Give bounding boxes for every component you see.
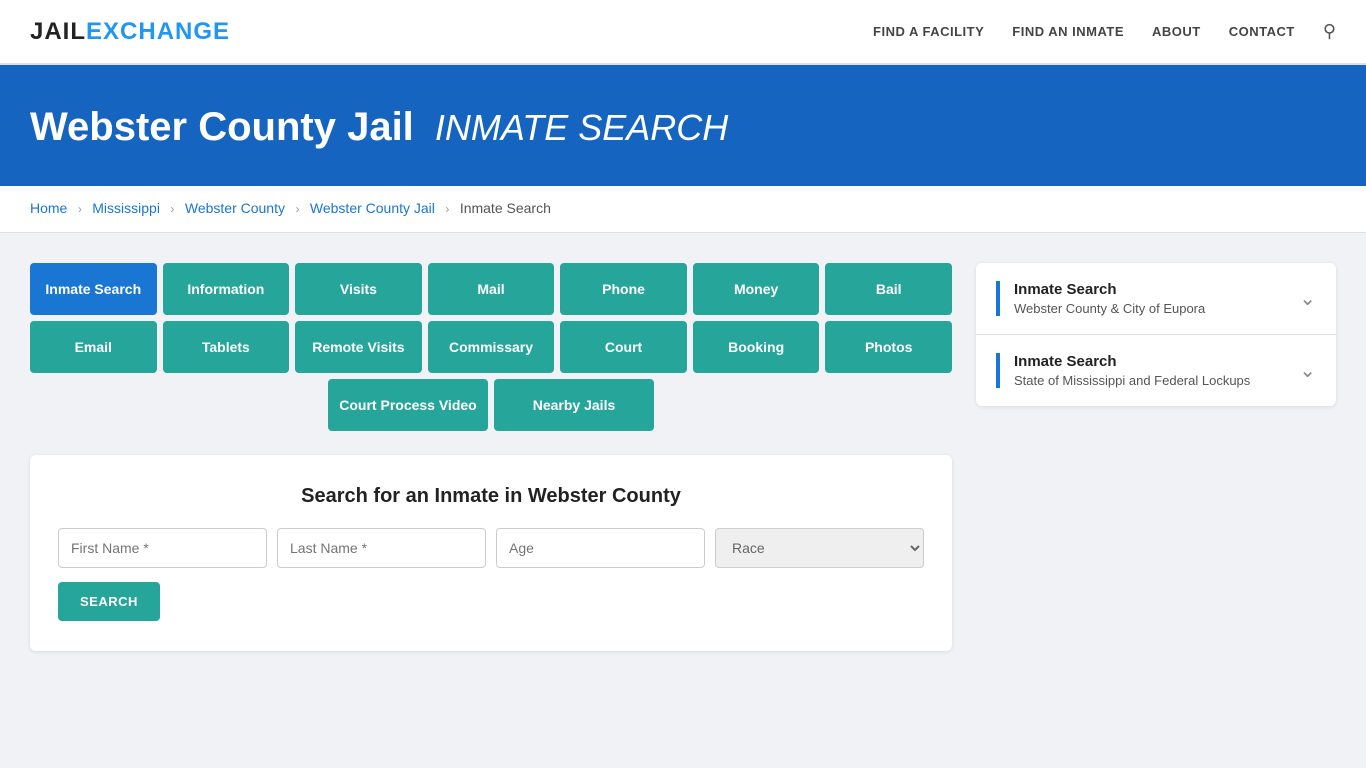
hero-title-italic: INMATE SEARCH [435, 107, 728, 148]
hero-title-main: Webster County Jail [30, 105, 414, 149]
nav-links: FIND A FACILITY FIND AN INMATE ABOUT CON… [873, 21, 1336, 42]
hero-section: Webster County Jail INMATE SEARCH [0, 65, 1366, 186]
sidebar-item-2[interactable]: Inmate Search State of Mississippi and F… [976, 335, 1336, 406]
sep4: › [445, 202, 449, 216]
breadcrumb-current: Inmate Search [460, 200, 551, 216]
tabs-row-2: Email Tablets Remote Visits Commissary C… [30, 321, 952, 373]
tab-information[interactable]: Information [163, 263, 290, 315]
tab-commissary[interactable]: Commissary [428, 321, 555, 373]
find-inmate-link[interactable]: FIND AN INMATE [1012, 24, 1124, 39]
sidebar-item-1-title: Inmate Search [1014, 281, 1205, 298]
tab-photos[interactable]: Photos [825, 321, 952, 373]
sidebar-item-1-subtitle: Webster County & City of Eupora [1014, 301, 1205, 316]
breadcrumb-webster-county[interactable]: Webster County [185, 200, 285, 216]
search-form-card: Search for an Inmate in Webster County R… [30, 455, 952, 651]
tab-email[interactable]: Email [30, 321, 157, 373]
age-input[interactable] [496, 528, 705, 568]
tab-mail[interactable]: Mail [428, 263, 555, 315]
tab-inmate-search[interactable]: Inmate Search [30, 263, 157, 315]
race-select[interactable]: Race White Black Hispanic Asian Other [715, 528, 924, 568]
tab-money[interactable]: Money [693, 263, 820, 315]
breadcrumb-webster-county-jail[interactable]: Webster County Jail [310, 200, 435, 216]
right-sidebar: Inmate Search Webster County & City of E… [976, 263, 1336, 406]
tabs-row-1: Inmate Search Information Visits Mail Ph… [30, 263, 952, 315]
tab-visits[interactable]: Visits [295, 263, 422, 315]
sep2: › [170, 202, 174, 216]
breadcrumb: Home › Mississippi › Webster County › We… [0, 186, 1366, 233]
left-column: Inmate Search Information Visits Mail Ph… [30, 263, 952, 651]
tab-nearby-jails[interactable]: Nearby Jails [494, 379, 654, 431]
contact-link[interactable]: CONTACT [1229, 24, 1295, 39]
chevron-down-icon-1: ⌄ [1299, 286, 1316, 311]
last-name-input[interactable] [277, 528, 486, 568]
search-icon[interactable]: ⚲ [1323, 21, 1336, 42]
page-title: Webster County Jail INMATE SEARCH [30, 105, 1336, 150]
sidebar-item-1-content: Inmate Search Webster County & City of E… [996, 281, 1205, 316]
main-wrapper: Inmate Search Information Visits Mail Ph… [0, 233, 1366, 681]
sidebar-item-2-content: Inmate Search State of Mississippi and F… [996, 353, 1250, 388]
tab-phone[interactable]: Phone [560, 263, 687, 315]
site-logo[interactable]: JAILEXCHANGE [30, 18, 230, 46]
sep3: › [295, 202, 299, 216]
tab-booking[interactable]: Booking [693, 321, 820, 373]
search-button[interactable]: SEARCH [58, 582, 160, 621]
sidebar-item-2-title: Inmate Search [1014, 353, 1250, 370]
tab-court-process-video[interactable]: Court Process Video [328, 379, 488, 431]
find-facility-link[interactable]: FIND A FACILITY [873, 24, 984, 39]
tab-tablets[interactable]: Tablets [163, 321, 290, 373]
breadcrumb-mississippi[interactable]: Mississippi [92, 200, 160, 216]
sidebar-card: Inmate Search Webster County & City of E… [976, 263, 1336, 406]
tab-court[interactable]: Court [560, 321, 687, 373]
navbar: JAILEXCHANGE FIND A FACILITY FIND AN INM… [0, 0, 1366, 65]
sidebar-item-1[interactable]: Inmate Search Webster County & City of E… [976, 263, 1336, 335]
logo-exchange: EXCHANGE [86, 18, 230, 45]
tab-bail[interactable]: Bail [825, 263, 952, 315]
tab-remote-visits[interactable]: Remote Visits [295, 321, 422, 373]
search-form-title: Search for an Inmate in Webster County [58, 485, 924, 508]
form-row-1: Race White Black Hispanic Asian Other [58, 528, 924, 568]
first-name-input[interactable] [58, 528, 267, 568]
tabs-row-3: Court Process Video Nearby Jails [30, 379, 952, 431]
logo-jail: JAIL [30, 18, 86, 45]
chevron-down-icon-2: ⌄ [1299, 358, 1316, 383]
about-link[interactable]: ABOUT [1152, 24, 1201, 39]
sidebar-item-2-subtitle: State of Mississippi and Federal Lockups [1014, 373, 1250, 388]
sep1: › [78, 202, 82, 216]
breadcrumb-home[interactable]: Home [30, 200, 67, 216]
